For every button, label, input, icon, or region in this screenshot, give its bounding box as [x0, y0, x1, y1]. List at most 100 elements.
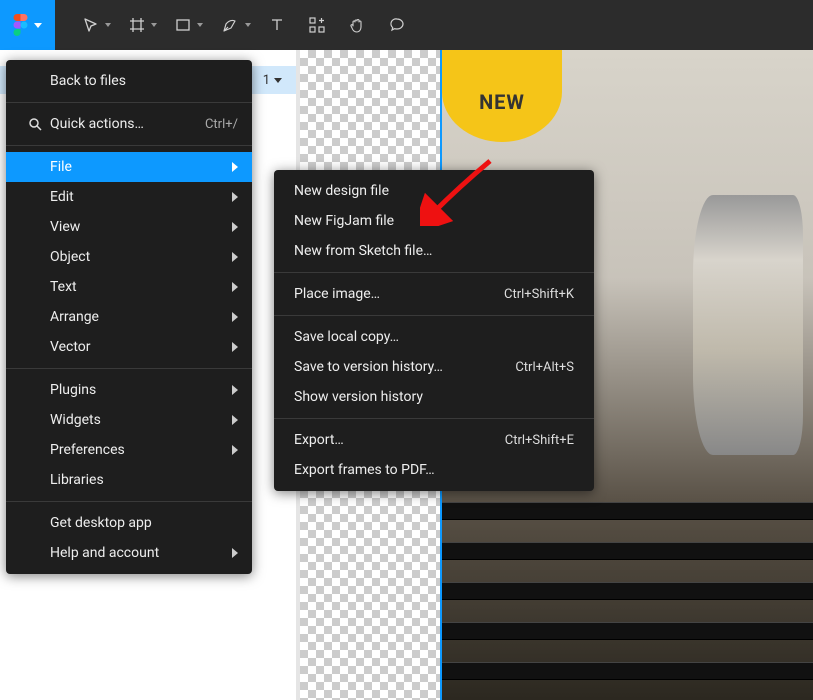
layers-row-label: 1 — [263, 73, 270, 88]
menu-separator — [6, 501, 252, 502]
menu-separator — [6, 368, 252, 369]
main-menu-libraries[interactable]: Libraries — [6, 465, 252, 495]
menu-item-label: Libraries — [50, 472, 104, 488]
main-menu-back-to-files[interactable]: Back to files — [6, 66, 252, 96]
submenu-item-shortcut: Ctrl+Shift+E — [505, 433, 574, 448]
main-menu-help[interactable]: Help and account — [6, 538, 252, 568]
canvas-image-kettle — [693, 195, 803, 455]
file-submenu-save-version[interactable]: Save to version history… Ctrl+Alt+S — [274, 352, 594, 382]
main-menu: Back to files Quick actions… Ctrl+/ File… — [6, 60, 252, 574]
menu-item-label: Edit — [50, 189, 74, 205]
frame-tool-button[interactable] — [117, 0, 163, 50]
file-submenu-export[interactable]: Export… Ctrl+Shift+E — [274, 425, 594, 455]
resources-tool-button[interactable] — [297, 0, 337, 50]
file-submenu-new-design[interactable]: New design file — [274, 176, 594, 206]
chevron-down-icon — [151, 23, 157, 27]
chevron-right-icon — [232, 312, 238, 322]
submenu-item-label: Save to version history… — [294, 359, 443, 375]
search-icon — [20, 117, 50, 131]
chevron-down-icon — [274, 78, 282, 83]
chevron-down-icon — [197, 23, 203, 27]
submenu-item-label: Place image… — [294, 286, 380, 302]
main-menu-arrange[interactable]: Arrange — [6, 302, 252, 332]
comment-icon — [389, 17, 405, 33]
menu-item-label: File — [50, 159, 72, 175]
chevron-right-icon — [232, 192, 238, 202]
chevron-right-icon — [232, 445, 238, 455]
file-submenu-save-local[interactable]: Save local copy… — [274, 322, 594, 352]
pen-tool-button[interactable] — [209, 0, 257, 50]
main-menu-quick-actions[interactable]: Quick actions… Ctrl+/ — [6, 109, 252, 139]
chevron-down-icon — [105, 23, 111, 27]
chevron-right-icon — [232, 342, 238, 352]
chevron-right-icon — [232, 252, 238, 262]
chevron-right-icon — [232, 222, 238, 232]
menu-item-label: Back to files — [50, 73, 126, 89]
comment-tool-button[interactable] — [377, 0, 417, 50]
chevron-down-icon — [245, 23, 251, 27]
file-submenu-place-image[interactable]: Place image… Ctrl+Shift+K — [274, 279, 594, 309]
rectangle-icon — [175, 17, 191, 33]
menu-item-label: Arrange — [50, 309, 99, 325]
menu-separator — [274, 272, 594, 273]
app-toolbar — [0, 0, 813, 50]
file-submenu-export-pdf[interactable]: Export frames to PDF… — [274, 455, 594, 485]
main-menu-view[interactable]: View — [6, 212, 252, 242]
main-menu-get-desktop-app[interactable]: Get desktop app — [6, 508, 252, 538]
file-submenu-show-version[interactable]: Show version history — [274, 382, 594, 412]
menu-item-label: Text — [50, 279, 77, 295]
main-menu-widgets[interactable]: Widgets — [6, 405, 252, 435]
main-menu-vector[interactable]: Vector — [6, 332, 252, 362]
resources-icon — [309, 17, 325, 33]
toolbar-left — [0, 0, 417, 50]
canvas-image-grate — [442, 582, 813, 600]
canvas-image-grate — [442, 542, 813, 560]
chevron-right-icon — [232, 548, 238, 558]
submenu-item-shortcut: Ctrl+Alt+S — [515, 360, 574, 375]
menu-separator — [6, 102, 252, 103]
chevron-right-icon — [232, 282, 238, 292]
shape-tool-button[interactable] — [163, 0, 209, 50]
file-submenu: New design file New FigJam file New from… — [274, 170, 594, 491]
submenu-item-label: New design file — [294, 183, 389, 199]
menu-separator — [274, 418, 594, 419]
main-menu-object[interactable]: Object — [6, 242, 252, 272]
submenu-item-label: Show version history — [294, 389, 423, 405]
file-submenu-new-from-sketch[interactable]: New from Sketch file… — [274, 236, 594, 266]
menu-separator — [274, 315, 594, 316]
canvas-image-grate — [442, 502, 813, 520]
file-submenu-new-figjam[interactable]: New FigJam file — [274, 206, 594, 236]
chevron-right-icon — [232, 415, 238, 425]
menu-item-label: Vector — [50, 339, 91, 355]
menu-item-label: Quick actions… — [50, 116, 144, 132]
menu-item-label: Preferences — [50, 442, 125, 458]
menu-item-label: Help and account — [50, 545, 159, 561]
move-tool-button[interactable] — [71, 0, 117, 50]
menu-item-label: Widgets — [50, 412, 101, 428]
menu-item-label: Plugins — [50, 382, 96, 398]
submenu-item-label: Export frames to PDF… — [294, 462, 435, 478]
main-menu-text[interactable]: Text — [6, 272, 252, 302]
submenu-item-label: New FigJam file — [294, 213, 394, 229]
move-icon — [83, 17, 99, 33]
submenu-item-label: Save local copy… — [294, 329, 399, 345]
text-tool-button[interactable] — [257, 0, 297, 50]
main-menu-file[interactable]: File — [6, 152, 252, 182]
main-menu-edit[interactable]: Edit — [6, 182, 252, 212]
canvas-image-grate — [442, 662, 813, 680]
main-menu-plugins[interactable]: Plugins — [6, 375, 252, 405]
menu-item-shortcut: Ctrl+/ — [205, 117, 238, 132]
menu-item-label: View — [50, 219, 80, 235]
new-badge-text: NEW — [479, 90, 525, 114]
figma-logo-icon — [13, 14, 28, 36]
canvas-image-grate — [442, 622, 813, 640]
new-badge: NEW — [442, 50, 562, 142]
menu-item-label: Get desktop app — [50, 515, 152, 531]
main-menu-preferences[interactable]: Preferences — [6, 435, 252, 465]
submenu-item-shortcut: Ctrl+Shift+K — [504, 287, 574, 302]
frame-icon — [129, 17, 145, 33]
chevron-right-icon — [232, 162, 238, 172]
menu-item-label: Object — [50, 249, 90, 265]
figma-menu-button[interactable] — [0, 0, 55, 50]
hand-tool-button[interactable] — [337, 0, 377, 50]
